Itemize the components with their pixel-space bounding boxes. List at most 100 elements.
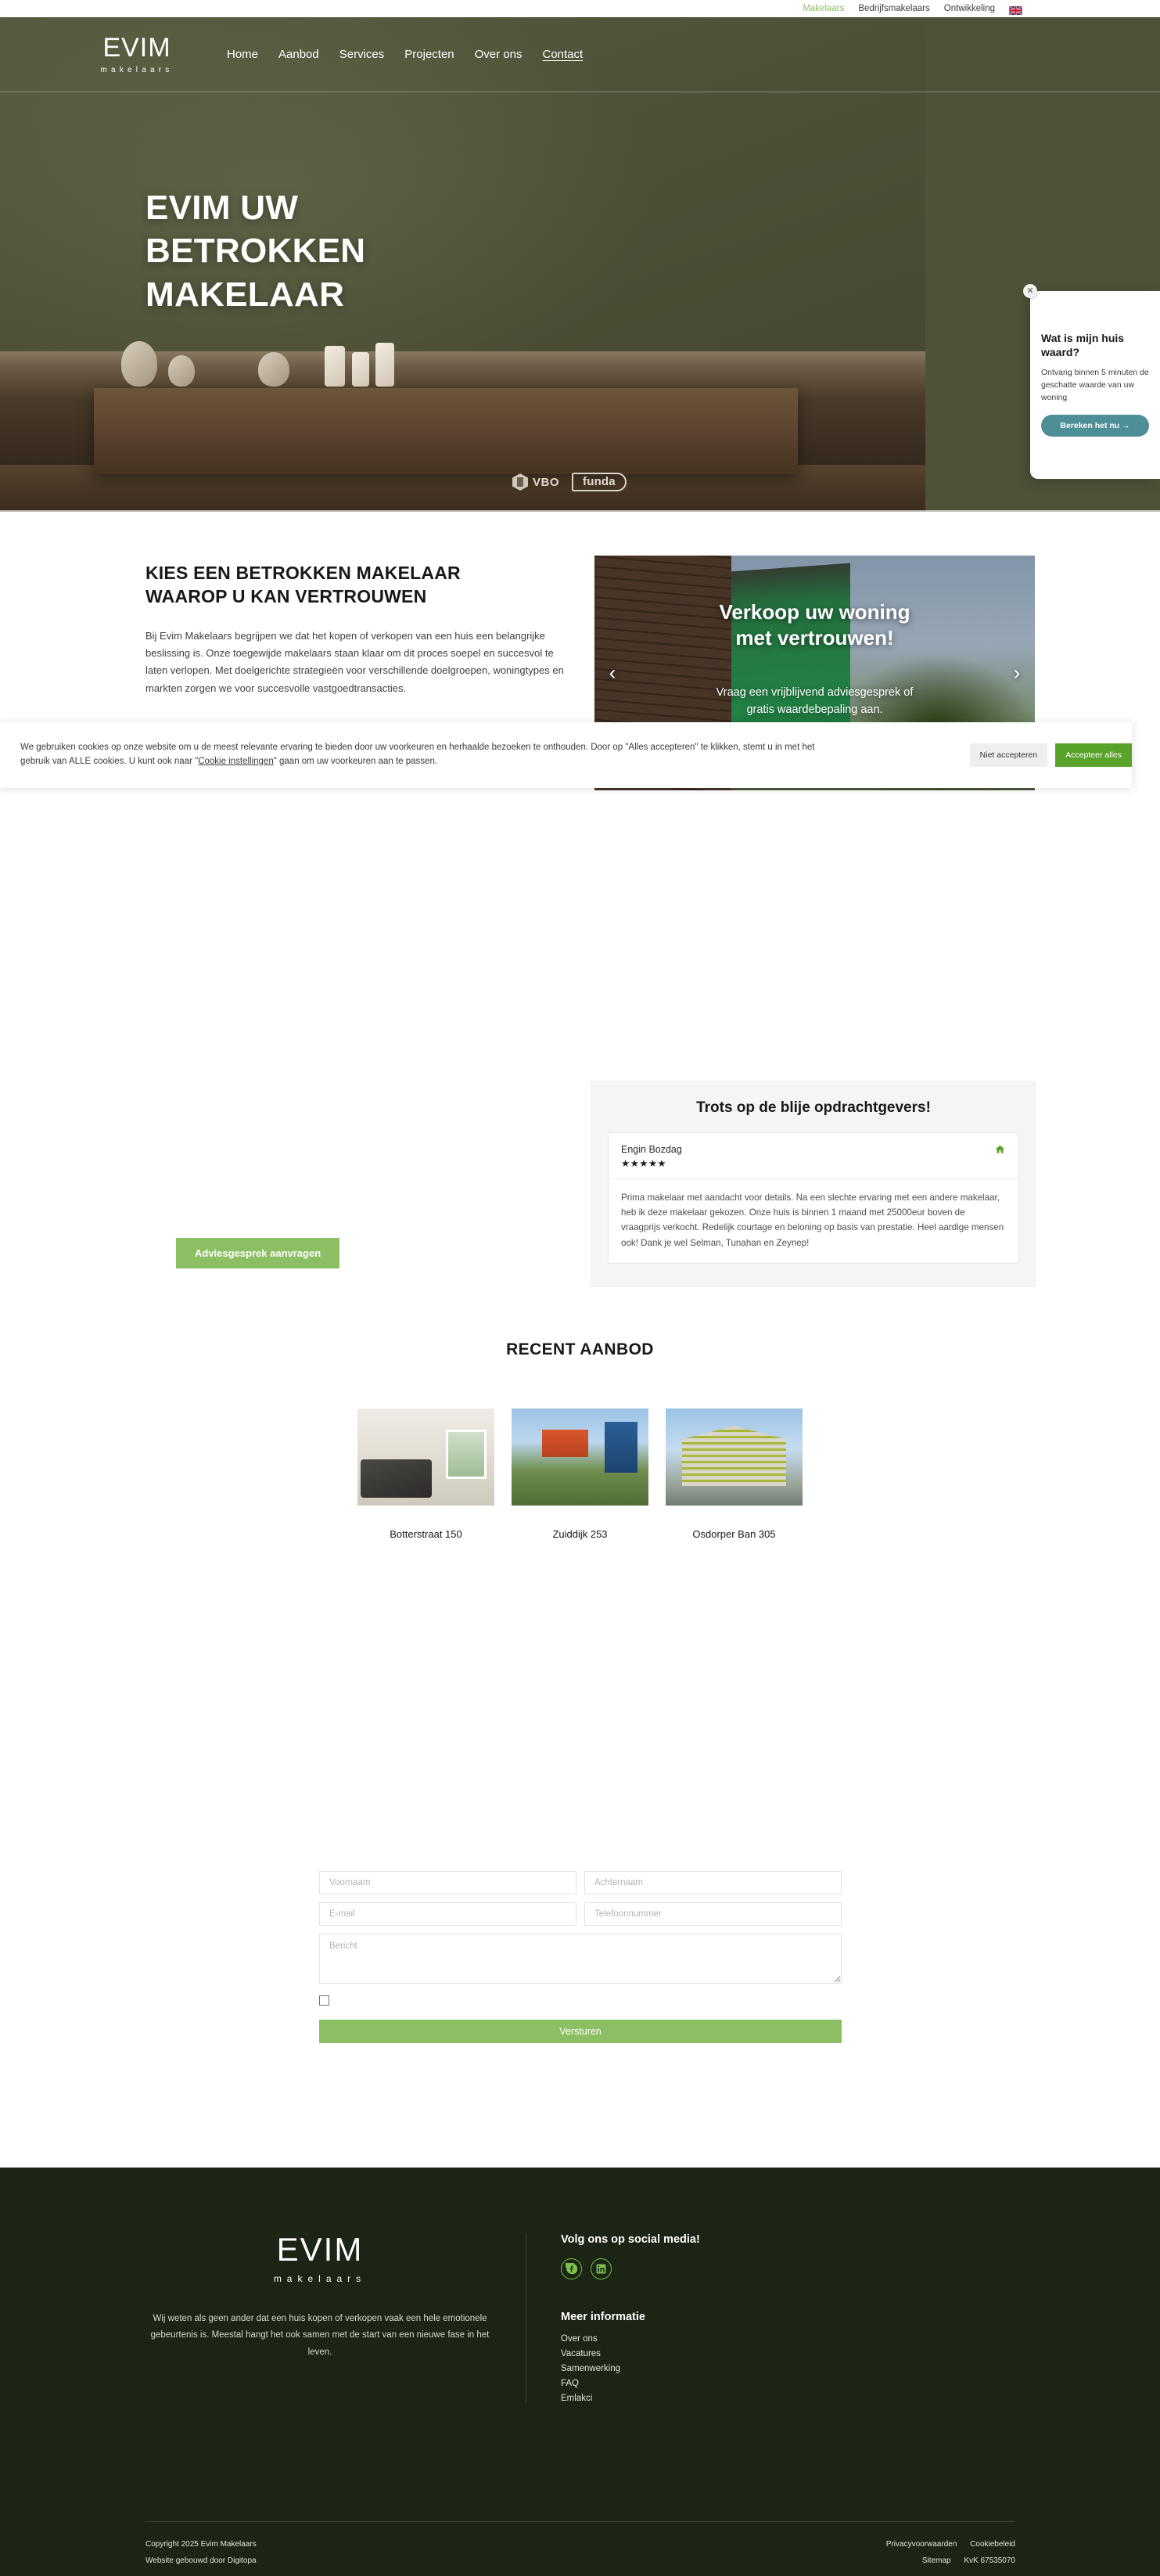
footer-link-vacatures[interactable]: Vacatures: [561, 2349, 1015, 2358]
calculate-value-button[interactable]: Bereken het nu →: [1041, 415, 1149, 437]
listing-card[interactable]: Osdorper Ban 305: [666, 1409, 803, 1540]
utility-nav-bar: Makelaars Bedrijfsmakelaars Ontwikkeling: [0, 0, 1160, 17]
review-body-text: Prima makelaar met aandacht voor details…: [621, 1193, 1004, 1248]
listing-address: Zuiddijk 253: [552, 1528, 608, 1540]
footer-link-faq[interactable]: FAQ: [561, 2379, 1015, 2388]
nav-item-aanbod[interactable]: Aanbod: [278, 48, 319, 61]
footer-copyright-block: Copyright 2025 Evim Makelaars Website ge…: [145, 2536, 257, 2569]
footer-blurb: Wij weten als geen ander dat een huis ko…: [150, 2314, 490, 2357]
footer-logo-tagline: makelaars: [273, 2273, 367, 2284]
adviesgesprek-aanvragen-button[interactable]: Adviesgesprek aanvragen: [176, 1238, 340, 1268]
funda-logo-icon: funda: [572, 473, 627, 491]
house-icon: [994, 1144, 1006, 1157]
cookie-settings-link[interactable]: Cookie instellingen: [198, 757, 274, 766]
form-row-name: [319, 1871, 842, 1894]
built-by-text: Website gebouwd door Digitopa: [145, 2556, 257, 2565]
hero-title-line-1: EVIM UW: [145, 189, 299, 227]
slider-subtitle: Vraag een vrijblijvend adviesgesprek of …: [594, 685, 1035, 719]
slider-title-line-1: Verkoop uw woning: [719, 600, 910, 624]
intro-paragraph: Bij Evim Makelaars begrijpen we dat het …: [145, 629, 564, 694]
slider-subtitle-line-1: Vraag een vrijblijvend adviesgesprek of: [716, 686, 914, 699]
footer-legal-block: Privacyvoorwaarden Cookiebeleid Sitemap …: [886, 2536, 1015, 2569]
utility-link-ontwikkeling[interactable]: Ontwikkeling: [944, 4, 995, 13]
cookie-banner-actions: Niet accepteren Accepteer alles: [969, 743, 1132, 767]
slider-title: Verkoop uw woning met vertrouwen!: [594, 599, 1035, 650]
footer-link-list: Over ons Vacatures Samenwerking FAQ Emla…: [561, 2334, 1015, 2403]
testimonials-section: Trots op de blije opdrachtgevers! Engin …: [591, 1081, 1036, 1287]
cookie-text-part-2: " gaan om uw voorkeuren aan te passen.: [273, 757, 438, 766]
review-card: Engin Bozdag ★★★★★ Prima makelaar met aa…: [608, 1132, 1019, 1264]
popup-title: Wat is mijn huis waard?: [1041, 332, 1125, 358]
review-star-rating: ★★★★★: [621, 1158, 667, 1169]
vbo-logo-icon: VBO: [512, 473, 559, 491]
cookie-consent-banner: We gebruiken cookies op onze website om …: [0, 722, 1132, 788]
email-input[interactable]: [319, 1902, 576, 1926]
decline-cookies-button[interactable]: Niet accepteren: [969, 743, 1048, 767]
intro-text-column: KIES EEN BETROKKEN MAKELAAR WAAROP U KAN…: [145, 561, 568, 697]
chevron-left-icon[interactable]: ‹: [601, 661, 624, 685]
more-info-heading: Meer informatie: [561, 2311, 645, 2323]
site-footer: EVIM makelaars Wij weten als geen ander …: [0, 2168, 1160, 2576]
main-navigation-bar: EVIM makelaars Home Aanbod Services Proj…: [0, 17, 1160, 92]
listing-address: Botterstraat 150: [390, 1528, 462, 1540]
accept-cookies-button[interactable]: Accepteer alles: [1055, 743, 1132, 767]
listing-card[interactable]: Botterstraat 150: [357, 1409, 494, 1540]
listing-photo: [357, 1409, 494, 1506]
footer-links-column: Volg ons op social media! Meer informati…: [526, 2233, 1015, 2403]
social-media-heading: Volg ons op social media!: [561, 2233, 700, 2246]
form-row-contact: [319, 1902, 842, 1926]
linkedin-icon[interactable]: [591, 2258, 612, 2279]
slider-caption: Verkoop uw woning met vertrouwen! Vraag …: [594, 599, 1035, 719]
logo-tagline: makelaars: [100, 66, 174, 74]
social-links: [561, 2258, 1015, 2279]
cookie-policy-link[interactable]: Cookiebeleid: [970, 2536, 1015, 2553]
hero-title-line-2: BETROKKEN: [145, 232, 366, 271]
intro-heading-line-1: KIES EEN BETROKKEN MAKELAAR: [145, 563, 461, 583]
submit-button[interactable]: Versturen: [319, 2020, 842, 2043]
site-logo[interactable]: EVIM makelaars: [86, 34, 188, 74]
review-header: Engin Bozdag ★★★★★: [609, 1133, 1018, 1179]
utility-link-makelaars[interactable]: Makelaars: [803, 4, 844, 13]
kvk-number: KvK 67535070: [964, 2556, 1015, 2565]
recent-listings-title: RECENT AANBOD: [506, 1340, 654, 1358]
footer-link-samenwerking[interactable]: Samenwerking: [561, 2364, 1015, 2373]
last-name-input[interactable]: [584, 1871, 842, 1894]
footer-bottom-bar: Copyright 2025 Evim Makelaars Website ge…: [145, 2521, 1015, 2569]
privacy-link[interactable]: Privacyvoorwaarden: [886, 2540, 957, 2549]
footer-logo-wordmark: EVIM: [276, 2231, 364, 2268]
footer-link-over-ons[interactable]: Over ons: [561, 2334, 1015, 2344]
recent-listings-section: RECENT AANBOD Botterstraat 150 Zuiddijk …: [0, 1340, 1160, 1540]
intro-heading: KIES EEN BETROKKEN MAKELAAR WAAROP U KAN…: [145, 561, 568, 609]
copyright-text: Copyright 2025 Evim Makelaars: [145, 2540, 257, 2549]
main-nav: Home Aanbod Services Projecten Over ons …: [227, 48, 583, 61]
listing-address: Osdorper Ban 305: [692, 1528, 776, 1540]
sitemap-link[interactable]: Sitemap: [922, 2556, 951, 2565]
listing-photo: [666, 1409, 803, 1506]
message-textarea[interactable]: [319, 1934, 842, 1984]
first-name-input[interactable]: [319, 1871, 576, 1894]
facebook-icon[interactable]: [561, 2258, 582, 2279]
close-icon[interactable]: ✕: [1023, 284, 1037, 298]
house-value-popup: ✕ Wat is mijn huis waard? Ontvang binnen…: [1023, 284, 1160, 479]
utility-link-bedrijfsmakelaars[interactable]: Bedrijfsmakelaars: [858, 4, 929, 13]
chevron-right-icon[interactable]: ›: [1005, 661, 1029, 685]
nav-item-projecten[interactable]: Projecten: [404, 48, 454, 61]
nav-item-over-ons[interactable]: Over ons: [475, 48, 523, 61]
footer-link-emlakci[interactable]: Emlakci: [561, 2394, 1015, 2403]
phone-input[interactable]: [584, 1902, 842, 1926]
review-author-name: Engin Bozdag: [621, 1144, 682, 1155]
listing-card[interactable]: Zuiddijk 253: [512, 1409, 648, 1540]
uk-flag-icon[interactable]: [1008, 5, 1023, 16]
hero-title: EVIM UW BETROKKEN MAKELAAR: [145, 186, 365, 316]
nav-item-contact[interactable]: Contact: [543, 48, 584, 61]
nav-item-home[interactable]: Home: [227, 48, 258, 61]
slider-subtitle-line-2: gratis waardebepaling aan.: [746, 703, 883, 716]
nav-item-services[interactable]: Services: [339, 48, 385, 61]
testimonials-title: Trots op de blije opdrachtgevers!: [696, 1099, 931, 1116]
popup-description: Ontvang binnen 5 minuten de geschatte wa…: [1041, 368, 1149, 402]
contact-form: Versturen: [319, 1871, 842, 2043]
listing-photo: [512, 1409, 648, 1506]
vbo-label: VBO: [533, 475, 560, 489]
intro-heading-line-2: WAAROP U KAN VERTROUWEN: [145, 586, 427, 607]
consent-checkbox[interactable]: [319, 1995, 329, 2006]
